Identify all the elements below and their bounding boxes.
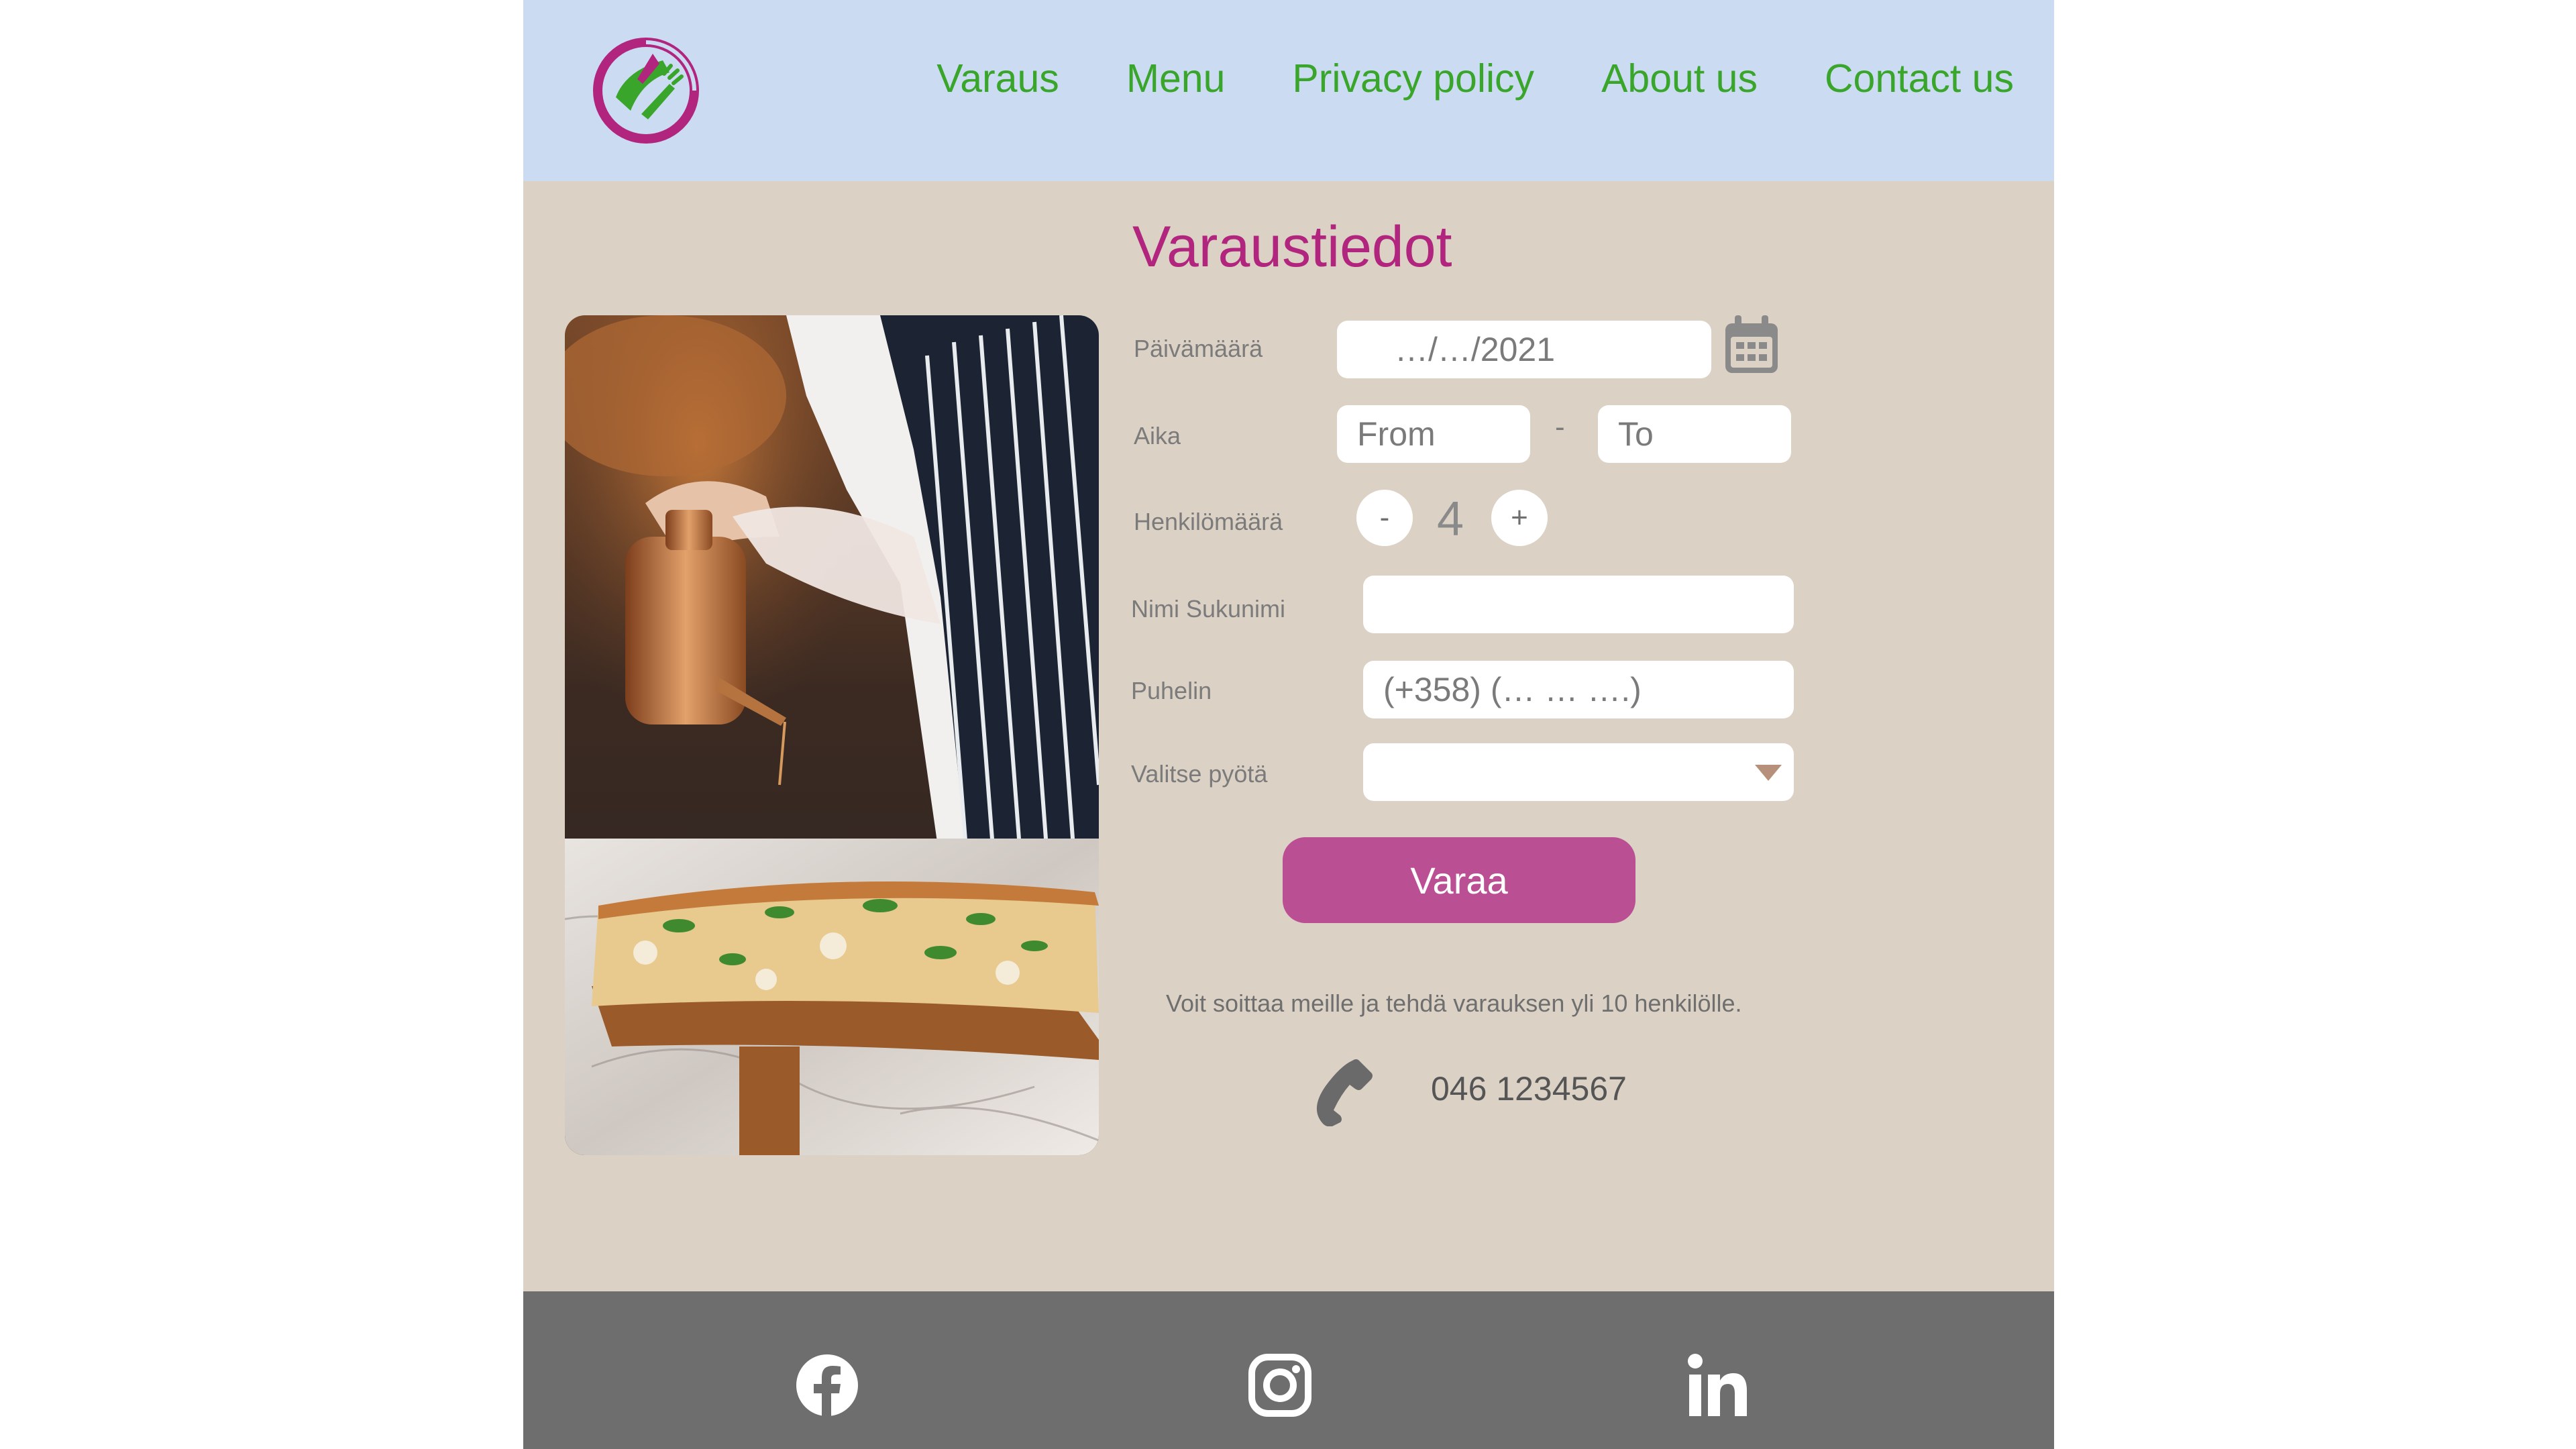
phone-icon bbox=[1316, 1059, 1373, 1126]
facebook-icon[interactable] bbox=[794, 1352, 861, 1419]
nav-item-contact-us[interactable]: Contact us bbox=[1825, 59, 2014, 99]
time-to-field[interactable]: To bbox=[1598, 405, 1791, 463]
name-label: Nimi Sukunimi bbox=[1131, 595, 1286, 623]
phone-label: Puhelin bbox=[1131, 677, 1212, 704]
page-title: Varaustiedot bbox=[1132, 215, 1452, 279]
increase-people-button[interactable]: + bbox=[1491, 490, 1548, 546]
phone-number[interactable]: 046 1234567 bbox=[1431, 1072, 1627, 1106]
nav-item-varaus[interactable]: Varaus bbox=[936, 59, 1059, 99]
nav-item-menu[interactable]: Menu bbox=[1126, 59, 1226, 99]
time-separator: - bbox=[1555, 411, 1565, 443]
site-header: Varaus Menu Privacy policy About us Cont… bbox=[523, 0, 2054, 181]
people-count: 4 bbox=[1437, 492, 1464, 546]
chevron-down-icon bbox=[1755, 765, 1782, 781]
time-from-field[interactable]: From bbox=[1337, 405, 1530, 463]
reserve-button[interactable]: Varaa bbox=[1283, 837, 1635, 923]
reservation-page: Varaus Menu Privacy policy About us Cont… bbox=[523, 0, 2054, 1449]
main-nav: Varaus Menu Privacy policy About us Cont… bbox=[936, 59, 2014, 99]
restaurant-logo-icon[interactable] bbox=[589, 34, 703, 148]
date-label: Päivämäärä bbox=[1134, 335, 1263, 362]
nav-item-privacy-policy[interactable]: Privacy policy bbox=[1292, 59, 1534, 99]
date-field[interactable]: …/…/2021 bbox=[1337, 321, 1711, 378]
phone-field[interactable]: (+358) (… … ….) bbox=[1363, 661, 1794, 718]
pizza-photo bbox=[565, 315, 1099, 1155]
decrease-people-button[interactable]: - bbox=[1356, 490, 1413, 546]
table-label: Valitse pyötä bbox=[1131, 760, 1268, 788]
name-field[interactable] bbox=[1363, 576, 1794, 633]
time-label: Aika bbox=[1134, 422, 1181, 449]
table-select[interactable] bbox=[1363, 743, 1794, 801]
large-group-note: Voit soittaa meille ja tehdä varauksen y… bbox=[1166, 989, 1742, 1017]
linkedin-icon[interactable] bbox=[1684, 1352, 1751, 1419]
site-footer bbox=[523, 1291, 2054, 1449]
calendar-icon[interactable] bbox=[1723, 314, 1780, 376]
nav-item-about-us[interactable]: About us bbox=[1601, 59, 1758, 99]
instagram-icon[interactable] bbox=[1246, 1352, 1313, 1419]
people-label: Henkilömäärä bbox=[1134, 508, 1283, 535]
